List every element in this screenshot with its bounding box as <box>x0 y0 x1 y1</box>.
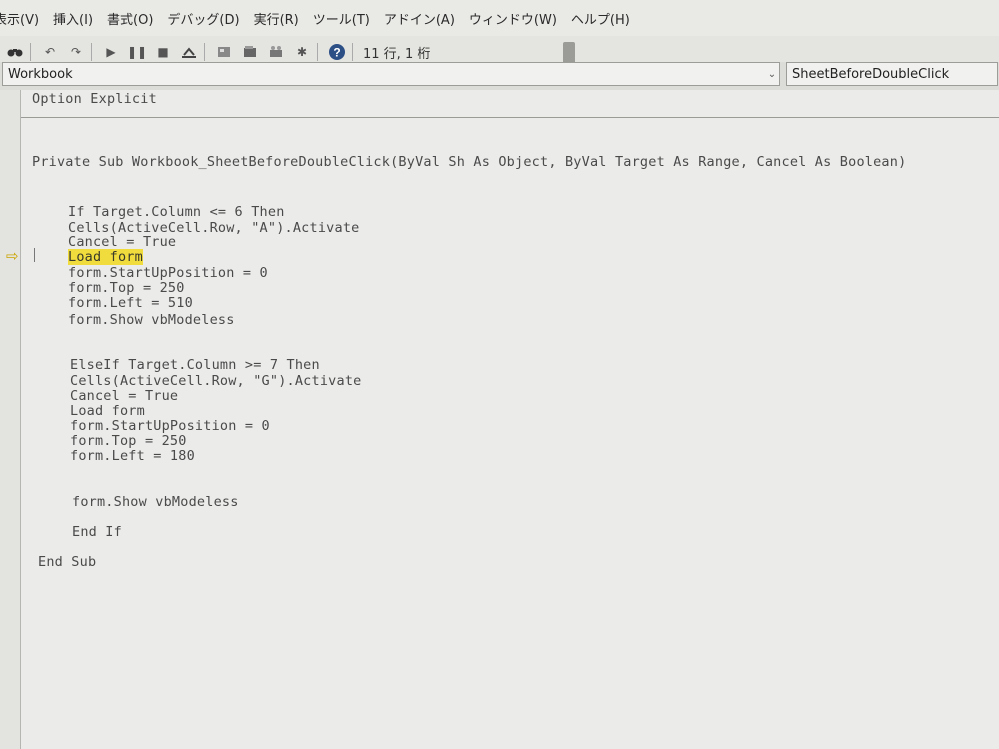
execution-pointer-icon: ⇨ <box>6 247 19 265</box>
toolbox-icon[interactable]: ✱ <box>291 41 313 63</box>
menu-help[interactable]: ヘルプ(H) <box>571 9 630 28</box>
object-dropdown[interactable]: Workbook ⌄ <box>2 62 780 86</box>
code-line[interactable]: form.StartUpPosition = 0 <box>70 418 270 434</box>
indicator-margin[interactable] <box>0 90 20 749</box>
code-line[interactable]: form.StartUpPosition = 0 <box>68 265 268 281</box>
run-icon[interactable]: ▶ <box>100 41 122 63</box>
code-line[interactable]: form.Left = 510 <box>68 295 193 311</box>
menu-insert[interactable]: 挿入(I) <box>53 9 93 28</box>
undo-icon[interactable]: ↶ <box>39 41 61 63</box>
text-cursor <box>34 248 35 262</box>
toolbar-divider <box>317 43 318 61</box>
cursor-position-label: 11 行, 1 桁 <box>363 46 431 62</box>
project-explorer-icon[interactable] <box>213 41 235 63</box>
toolbar-divider <box>204 43 205 61</box>
object-dropdown-value: Workbook <box>8 66 73 82</box>
procedure-dropdown-value: SheetBeforeDoubleClick <box>792 66 950 82</box>
toolbar-divider <box>352 43 353 61</box>
code-line[interactable]: Private Sub Workbook_SheetBeforeDoubleCl… <box>32 154 906 170</box>
chevron-down-icon[interactable]: ⌄ <box>765 69 779 80</box>
code-line[interactable]: Cancel = True <box>68 234 176 250</box>
code-line[interactable]: End If <box>72 524 122 540</box>
code-line[interactable]: ElseIf Target.Column >= 7 Then <box>70 357 320 373</box>
current-execution-line[interactable]: Load form <box>68 249 143 265</box>
design-mode-icon[interactable] <box>178 41 200 63</box>
help-icon[interactable]: ? <box>326 41 348 63</box>
menu-tools[interactable]: ツール(T) <box>313 9 370 28</box>
menu-addins[interactable]: アドイン(A) <box>384 9 455 28</box>
toolbar-divider <box>91 43 92 61</box>
object-browser-icon[interactable] <box>265 41 287 63</box>
code-window-selectors: Workbook ⌄ SheetBeforeDoubleClick <box>0 62 999 88</box>
redo-icon[interactable]: ↷ <box>65 41 87 63</box>
menu-window[interactable]: ウィンドウ(W) <box>469 9 557 28</box>
code-line[interactable]: form.Show vbModeless <box>72 494 239 510</box>
code-line[interactable]: If Target.Column <= 6 Then <box>68 204 285 220</box>
code-line[interactable]: form.Top = 250 <box>70 433 187 449</box>
code-line[interactable]: Cancel = True <box>70 388 178 404</box>
svg-text:?: ? <box>333 46 340 60</box>
procedure-dropdown[interactable]: SheetBeforeDoubleClick <box>786 62 998 86</box>
code-line[interactable]: form.Show vbModeless <box>68 312 235 328</box>
code-line[interactable]: End Sub <box>38 554 96 570</box>
find-icon[interactable] <box>4 41 26 63</box>
menu-format[interactable]: 書式(O) <box>107 9 153 28</box>
toolbar-divider <box>30 43 31 61</box>
properties-icon[interactable] <box>239 41 261 63</box>
procedure-separator <box>21 117 999 118</box>
menu-bar: 表示(V) 挿入(I) 書式(O) デバッグ(D) 実行(R) ツール(T) ア… <box>0 0 999 36</box>
menu-view[interactable]: 表示(V) <box>0 9 39 28</box>
code-line[interactable]: Load form <box>70 403 145 419</box>
code-line[interactable]: form.Top = 250 <box>68 280 185 296</box>
break-icon[interactable]: ❚❚ <box>126 41 148 63</box>
highlighted-code: Load form <box>68 249 143 265</box>
menu-debug[interactable]: デバッグ(D) <box>167 9 239 28</box>
code-line[interactable]: Cells(ActiveCell.Row, "G").Activate <box>70 373 361 389</box>
reset-icon[interactable]: ■ <box>152 41 174 63</box>
menu-run[interactable]: 実行(R) <box>254 9 299 28</box>
code-line[interactable]: Option Explicit <box>32 91 157 107</box>
code-line[interactable]: form.Left = 180 <box>70 448 195 464</box>
